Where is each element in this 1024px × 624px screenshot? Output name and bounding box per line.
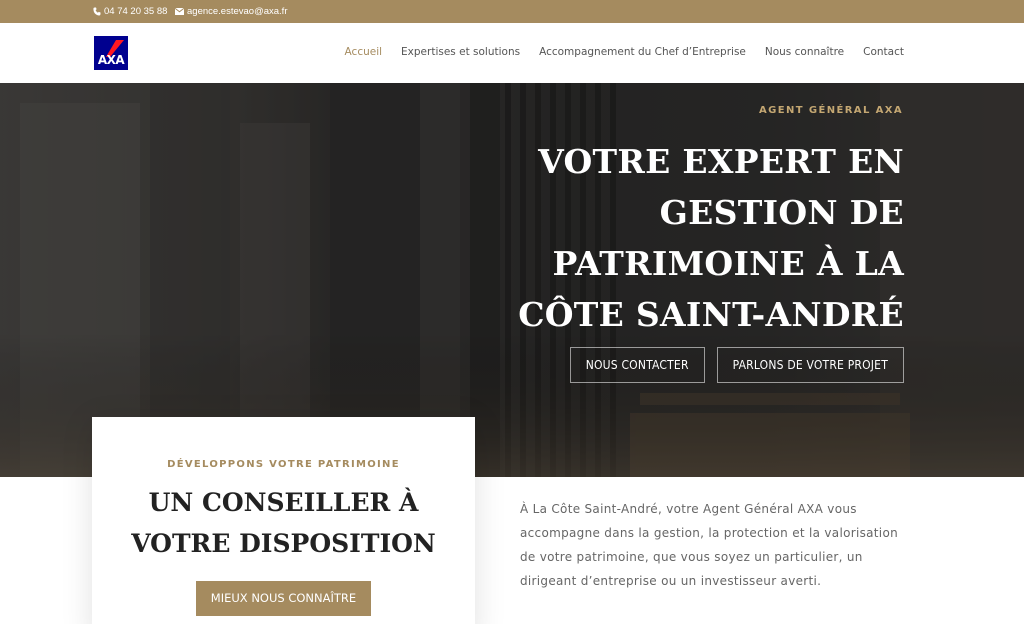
hero-title: VOTRE EXPERT EN GESTION DE PATRIMOINE À … [484, 136, 904, 340]
logo-text: AXA [98, 53, 126, 67]
contact-button[interactable]: NOUS CONTACTER [569, 347, 705, 383]
main-nav: Accueil Expertises et solutions Accompag… [345, 46, 904, 58]
hero-title-line: VOTRE EXPERT EN [538, 142, 904, 181]
advisor-card: DÉVELOPPONS VOTRE PATRIMOINE UN CONSEILL… [92, 417, 475, 624]
nav-item-contact[interactable]: Contact [863, 46, 904, 58]
card-title: UN CONSEILLER À VOTRE DISPOSITION [92, 482, 475, 564]
top-bar: 04 74 20 35 88 agence.estevao@axa.fr [0, 0, 1024, 23]
nav-item-nous-connaitre[interactable]: Nous connaître [765, 46, 844, 58]
phone-contact[interactable]: 04 74 20 35 88 [93, 6, 167, 17]
phone-icon [93, 7, 101, 16]
card-tagline: DÉVELOPPONS VOTRE PATRIMOINE [167, 459, 400, 470]
intro-paragraph: À La Côte Saint-André, votre Agent Génér… [520, 502, 898, 588]
hero-title-line: CÔTE SAINT-ANDRÉ [518, 295, 904, 334]
nav-item-accueil[interactable]: Accueil [345, 46, 383, 58]
nav-item-accompagnement[interactable]: Accompagnement du Chef d’Entreprise [539, 46, 746, 58]
email-contact[interactable]: agence.estevao@axa.fr [175, 6, 287, 17]
hero-title-line: PATRIMOINE À LA [552, 244, 904, 283]
project-button[interactable]: PARLONS DE VOTRE PROJET [716, 347, 904, 383]
hero-tagline: AGENT GÉNÉRAL AXA [759, 105, 903, 116]
phone-number: 04 74 20 35 88 [104, 6, 168, 17]
about-us-button[interactable]: MIEUX NOUS CONNAÎTRE [195, 581, 372, 616]
hero-title-line: GESTION DE [659, 193, 904, 232]
hero-buttons: NOUS CONTACTER PARLONS DE VOTRE PROJET [569, 347, 904, 383]
axa-logo[interactable]: AXA [94, 36, 128, 70]
card-title-line: VOTRE DISPOSITION [131, 529, 436, 558]
nav-item-expertises[interactable]: Expertises et solutions [401, 46, 520, 58]
card-title-line: UN CONSEILLER À [148, 488, 419, 517]
envelope-icon [175, 8, 184, 15]
email-address: agence.estevao@axa.fr [187, 6, 288, 17]
site-header: AXA Accueil Expertises et solutions Acco… [0, 23, 1024, 83]
